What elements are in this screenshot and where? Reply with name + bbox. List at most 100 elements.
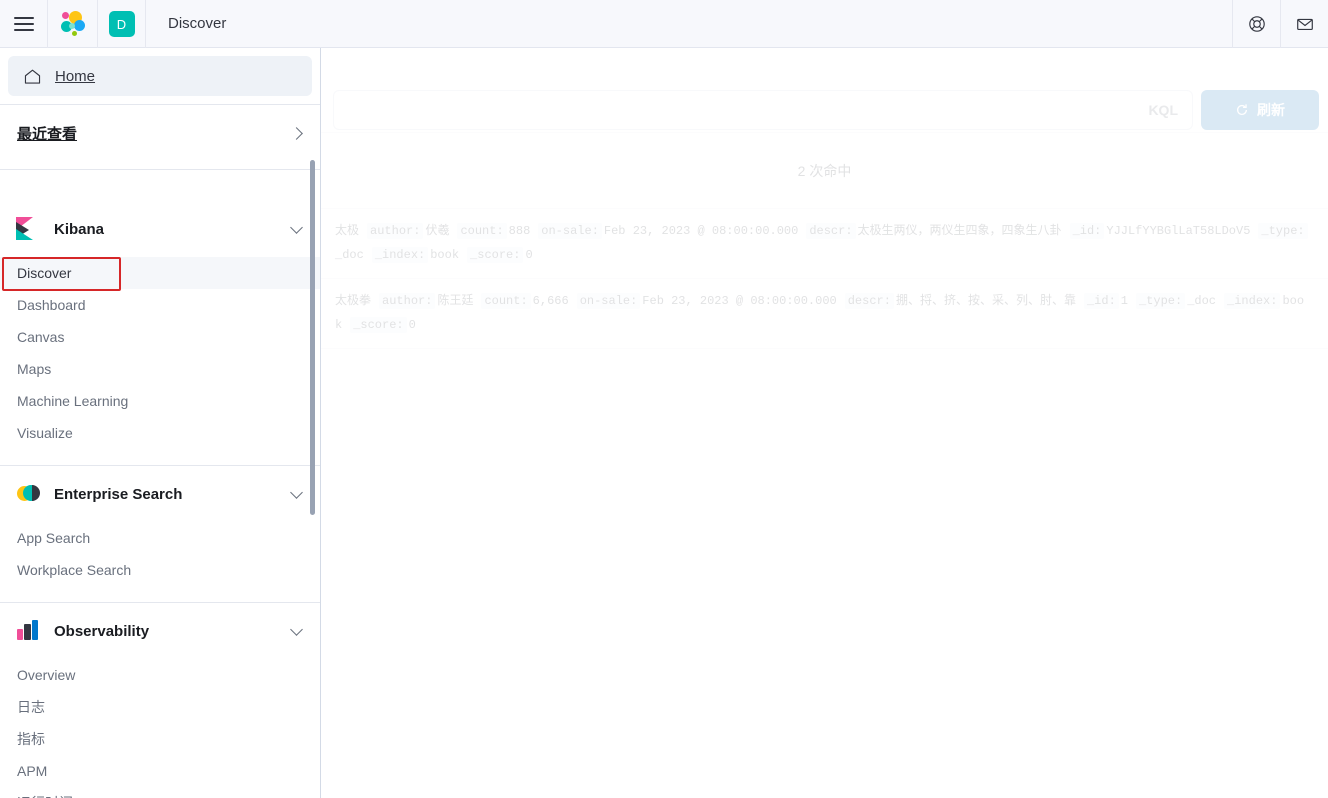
field-key: on-sale: [538, 223, 602, 239]
sidebar-item-visualize[interactable]: Visualize [0, 417, 320, 449]
field-key: on-sale: [576, 293, 641, 309]
field-key: _id: [1083, 293, 1119, 309]
news-feed-button[interactable] [1280, 0, 1328, 48]
field-value: 伏羲 [425, 224, 450, 238]
chevron-down-icon[interactable] [291, 625, 304, 638]
enterprise-search-logo [16, 482, 40, 506]
field-key: _index: [371, 247, 429, 263]
sidebar-scrollbar[interactable] [310, 160, 315, 515]
sidebar-item-label: Visualize [17, 425, 73, 441]
observability-logo [16, 619, 40, 643]
recently-viewed-label: 最近查看 [17, 125, 78, 143]
field-value: _doc [1187, 294, 1217, 308]
sidebar-item-canvas[interactable]: Canvas [0, 321, 320, 353]
sidebar-item-label: Overview [17, 667, 76, 683]
sidebar-item-workplace-search[interactable]: Workplace Search [0, 554, 320, 586]
space-switcher-button[interactable]: D [98, 0, 146, 48]
sidebar-item-label: APM [17, 763, 48, 779]
nav-group-header[interactable]: Enterprise Search [0, 466, 320, 522]
sidebar-item-运行时间[interactable]: 运行时间 [0, 787, 320, 798]
nav-group-kibana: Kibana Discover Dashboard Canvas Maps Machine… [0, 201, 320, 466]
sidebar-item-home[interactable]: Home [8, 56, 312, 96]
refresh-icon [1236, 104, 1248, 115]
doc-title: 太极 [335, 224, 360, 238]
field-value: 0 [408, 318, 416, 332]
sidebar-item-label: 日志 [17, 699, 45, 715]
kibana-discover-screen: D Discover KQL 刷新 2 次命中 太极 author: 伏羲 co… [0, 0, 1328, 798]
field-value: 太极生两仪，两仪生四象，四象生八卦 [857, 224, 1062, 238]
sidebar-item-label: App Search [17, 530, 91, 546]
field-value: 6,666 [532, 294, 569, 308]
page-title: Discover [168, 15, 227, 32]
field-key: _index: [1224, 293, 1281, 309]
elastic-home-link[interactable] [48, 0, 98, 48]
hamburger-menu-icon [13, 17, 34, 31]
home-icon [24, 69, 41, 84]
sidebar-item-label: Workplace Search [17, 562, 132, 578]
nav-group-items: App Search Workplace Search [0, 522, 320, 590]
header-actions [1232, 0, 1328, 48]
field-key: count: [481, 293, 531, 309]
field-key: descr: [806, 223, 856, 239]
discover-main-content: KQL 刷新 2 次命中 太极 author: 伏羲 count: 888 on-sale… [321, 48, 1328, 798]
field-key: _score: [467, 247, 524, 263]
sidebar-item-overview[interactable]: Overview [0, 659, 320, 691]
sidebar-item-label-home: Home [55, 67, 96, 85]
field-value: _doc [335, 248, 364, 262]
table-row[interactable]: 太极拳 author: 陈王廷 count: 6,666 on-sale: Feb 23, … [321, 279, 1328, 349]
sidebar-item-指标[interactable]: 指标 [0, 723, 320, 755]
sidebar-item-discover[interactable]: Discover [0, 257, 320, 289]
field-value: 1 [1120, 294, 1128, 308]
home-section: Home [0, 48, 320, 96]
sidebar-item-maps[interactable]: Maps [0, 353, 320, 385]
field-key: author: [367, 223, 424, 239]
nav-group-items: Overview 日志指标 APM 运行时间 [0, 659, 320, 798]
sidebar-item-app-search[interactable]: App Search [0, 522, 320, 554]
chevron-down-icon[interactable] [291, 223, 304, 236]
nav-groups-scroll-area[interactable]: Kibana Discover Dashboard Canvas Maps Machine… [0, 201, 320, 798]
sidebar-item-label: Discover [17, 265, 72, 281]
sidebar-item-label: 运行时间 [17, 793, 73, 798]
field-key: author: [379, 293, 436, 309]
field-key: _id: [1069, 223, 1105, 239]
refresh-button[interactable]: 刷新 [1201, 90, 1319, 130]
nav-group-title: Observability [54, 622, 150, 640]
sidebar-item-label: Maps [17, 361, 52, 377]
field-key: _score: [350, 317, 407, 333]
search-input[interactable]: KQL [333, 90, 1193, 130]
sidebar-item-label: Machine Learning [17, 393, 129, 409]
field-value: 0 [525, 248, 533, 262]
document-table: 太极 author: 伏羲 count: 888 on-sale: Feb 23, 2023… [321, 208, 1328, 349]
sidebar-item-label: Dashboard [17, 297, 86, 313]
elastic-logo [60, 11, 86, 37]
envelope-mail-icon [1296, 18, 1313, 31]
field-value: YJJLfYYBGlLaT58LDoV5 [1106, 224, 1251, 238]
hit-count-text: 2 次命中 [797, 162, 852, 179]
field-key: descr: [844, 293, 894, 309]
kibana-logo [16, 217, 40, 241]
kql-language-switcher[interactable]: KQL [1148, 102, 1178, 118]
chevron-down-icon[interactable] [291, 488, 304, 501]
help-button[interactable] [1232, 0, 1280, 48]
field-value: Feb 23, 2023 @ 08:00:00.000 [642, 294, 837, 308]
field-value: 888 [508, 224, 531, 238]
recently-viewed-toggle[interactable]: 最近查看 [0, 105, 320, 161]
doc-title: 太极拳 [335, 294, 372, 308]
divider [0, 169, 320, 170]
nav-group-header[interactable]: Kibana [0, 201, 320, 257]
nav-group-header[interactable]: Observability [0, 603, 320, 659]
menu-toggle-button[interactable] [0, 0, 48, 48]
life-ring-help-icon [1248, 16, 1265, 32]
nav-group-enterprise-search: Enterprise Search App Search Workplace Sea… [0, 466, 320, 603]
sidebar-item-apm[interactable]: APM [0, 755, 320, 787]
nav-group-observability: Observability Overview 日志指标 APM 运行时间 [0, 603, 320, 798]
nav-group-title: Enterprise Search [54, 485, 183, 503]
field-value: 掤、捋、挤、按、采、列、肘、靠 [895, 294, 1076, 308]
table-row[interactable]: 太极 author: 伏羲 count: 888 on-sale: Feb 23, 2023… [321, 209, 1328, 279]
sidebar-item-dashboard[interactable]: Dashboard [0, 289, 320, 321]
sidebar-item-machine-learning[interactable]: Machine Learning [0, 385, 320, 417]
sidebar-item-日志[interactable]: 日志 [0, 691, 320, 723]
nav-group-items: Discover Dashboard Canvas Maps Machine Learn… [0, 257, 320, 453]
space-avatar: D [108, 11, 135, 37]
field-key: count: [457, 223, 507, 239]
